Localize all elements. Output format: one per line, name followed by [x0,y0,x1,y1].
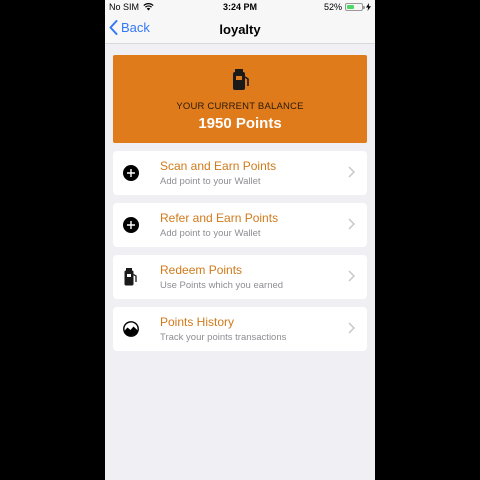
chevron-right-icon [348,322,355,334]
battery-percent: 52% [323,2,342,12]
balance-value: 1950 Points [198,115,282,132]
fuel-jar-icon [233,69,249,90]
menu-item-title: Points History [160,315,235,329]
menu-item-points-history[interactable]: Points History Track your points transac… [113,307,367,351]
phone-screen: No SIM 3:24 PM 52% Back loyalty YOUR CUR… [105,0,375,480]
battery-icon [345,3,365,11]
status-bar: No SIM 3:24 PM 52% [105,0,375,16]
navigation-bar: Back loyalty [105,16,375,44]
menu-item-title: Refer and Earn Points [160,211,279,225]
menu-item-redeem-points[interactable]: Redeem Points Use Points which you earne… [113,255,367,299]
status-right: 52% [324,2,371,12]
menu-item-subtitle: Add point to your Wallet [160,228,261,239]
history-chart-icon [123,321,139,337]
menu-item-subtitle: Use Points which you earned [160,280,284,291]
balance-card: YOUR CURRENT BALANCE 1950 Points [113,55,367,143]
menu-item-scan-and-earn[interactable]: Scan and Earn Points Add point to your W… [113,151,367,195]
balance-label: YOUR CURRENT BALANCE [176,101,304,112]
menu-item-title: Scan and Earn Points [160,159,277,173]
fuel-jar-icon [124,268,137,286]
chevron-right-icon [348,166,355,178]
chevron-right-icon [348,270,355,282]
menu-item-subtitle: Track your points transactions [160,332,287,343]
plus-circle-icon [123,165,139,181]
menu-item-title: Redeem Points [160,263,243,277]
battery-fill [347,5,355,9]
plus-circle-icon [123,217,139,233]
chevron-right-icon [348,218,355,230]
menu-item-refer-and-earn[interactable]: Refer and Earn Points Add point to your … [113,203,367,247]
charging-bolt-icon [366,3,371,11]
menu-item-subtitle: Add point to your Wallet [160,176,261,187]
page-title: loyalty [219,22,261,37]
